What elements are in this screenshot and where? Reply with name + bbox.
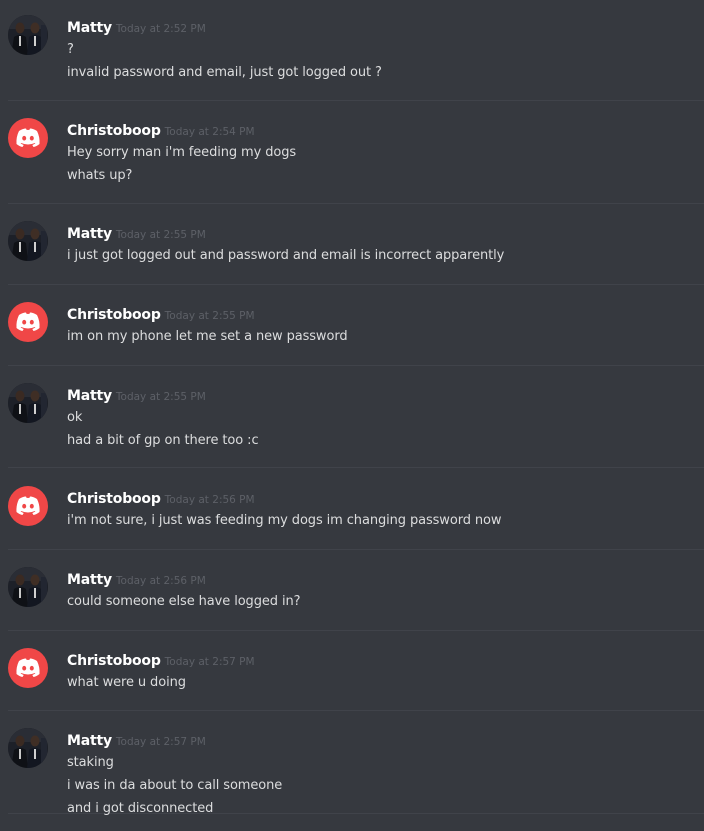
message-divider bbox=[8, 203, 704, 204]
message-content: ok had a bit of gp on there too :c bbox=[67, 406, 259, 452]
discord-logo-icon[interactable] bbox=[8, 648, 48, 688]
message-text: im on my phone let me set a new password bbox=[67, 329, 348, 344]
message-text: i was in da about to call someone bbox=[67, 778, 283, 793]
message-timestamp: Today at 2:55 PM bbox=[115, 391, 206, 403]
message-content: i'm not sure, i just was feeding my dogs… bbox=[67, 509, 502, 532]
message-timestamp: Today at 2:55 PM bbox=[115, 229, 206, 241]
message-divider bbox=[8, 100, 704, 101]
message-divider bbox=[8, 467, 704, 468]
message-text: ok bbox=[67, 410, 83, 425]
message-content: i just got logged out and password and e… bbox=[67, 244, 504, 267]
message-timestamp: Today at 2:57 PM bbox=[115, 736, 206, 748]
message-divider bbox=[8, 710, 704, 711]
user-avatar[interactable] bbox=[8, 221, 48, 261]
message-timestamp: Today at 2:52 PM bbox=[115, 23, 206, 35]
message-header: Christoboop Today at 2:54 PM bbox=[67, 120, 255, 140]
message-timestamp: Today at 2:57 PM bbox=[164, 656, 255, 668]
message-divider bbox=[8, 365, 704, 366]
message-text: i'm not sure, i just was feeding my dogs… bbox=[67, 513, 502, 528]
message-content: im on my phone let me set a new password bbox=[67, 325, 348, 348]
username[interactable]: Matty bbox=[67, 733, 112, 749]
user-avatar[interactable] bbox=[8, 567, 48, 607]
message-header: Matty Today at 2:52 PM bbox=[67, 17, 206, 37]
username[interactable]: Matty bbox=[67, 388, 112, 404]
message-text: i just got logged out and password and e… bbox=[67, 248, 505, 263]
message-header: Matty Today at 2:55 PM bbox=[67, 385, 206, 405]
chat-message-list[interactable]: Matty Today at 2:52 PM? invalid password a… bbox=[0, 0, 704, 831]
message-divider bbox=[8, 549, 704, 550]
message-header: Christoboop Today at 2:55 PM bbox=[67, 304, 255, 324]
username[interactable]: Christoboop bbox=[67, 307, 161, 323]
message-header: Christoboop Today at 2:57 PM bbox=[67, 650, 255, 670]
discord-logo-icon[interactable] bbox=[8, 486, 48, 526]
message-content: ? invalid password and email, just got lo… bbox=[67, 38, 382, 84]
message-content: what were u doing bbox=[67, 671, 186, 694]
message-text: Hey sorry man i'm feeding my dogs bbox=[67, 145, 297, 160]
message-header: Matty Today at 2:57 PM bbox=[67, 730, 206, 750]
user-avatar[interactable] bbox=[8, 383, 48, 423]
username[interactable]: Christoboop bbox=[67, 653, 161, 669]
message-text: whats up? bbox=[67, 168, 133, 183]
discord-logo-icon[interactable] bbox=[8, 118, 48, 158]
message-timestamp: Today at 2:56 PM bbox=[164, 494, 255, 506]
username[interactable]: Matty bbox=[67, 572, 112, 588]
message-header: Matty Today at 2:55 PM bbox=[67, 223, 206, 243]
message-text: what were u doing bbox=[67, 675, 186, 690]
message-content: Hey sorry man i'm feeding my dogs whats u… bbox=[67, 141, 296, 187]
message-text: invalid password and email, just got log… bbox=[67, 65, 382, 80]
message-content: could someone else have logged in? bbox=[67, 590, 301, 613]
message-header: Matty Today at 2:56 PM bbox=[67, 569, 206, 589]
message-timestamp: Today at 2:56 PM bbox=[115, 575, 206, 587]
username[interactable]: Matty bbox=[67, 20, 112, 36]
username[interactable]: Matty bbox=[67, 226, 112, 242]
username[interactable]: Christoboop bbox=[67, 123, 161, 139]
chat-bottom-edge bbox=[0, 815, 704, 831]
message-content: staking i was in da about to call someone… bbox=[67, 751, 282, 820]
message-text: ? bbox=[67, 42, 74, 57]
message-divider bbox=[8, 284, 704, 285]
message-text: could someone else have logged in? bbox=[67, 594, 301, 609]
message-timestamp: Today at 2:55 PM bbox=[164, 310, 255, 322]
message-divider bbox=[8, 630, 704, 631]
user-avatar[interactable] bbox=[8, 15, 48, 55]
message-text: staking bbox=[67, 755, 114, 770]
message-header: Christoboop Today at 2:56 PM bbox=[67, 488, 255, 508]
username[interactable]: Christoboop bbox=[67, 491, 161, 507]
discord-logo-icon[interactable] bbox=[8, 302, 48, 342]
user-avatar[interactable] bbox=[8, 728, 48, 768]
message-timestamp: Today at 2:54 PM bbox=[164, 126, 255, 138]
message-text: had a bit of gp on there too :c bbox=[67, 433, 259, 448]
